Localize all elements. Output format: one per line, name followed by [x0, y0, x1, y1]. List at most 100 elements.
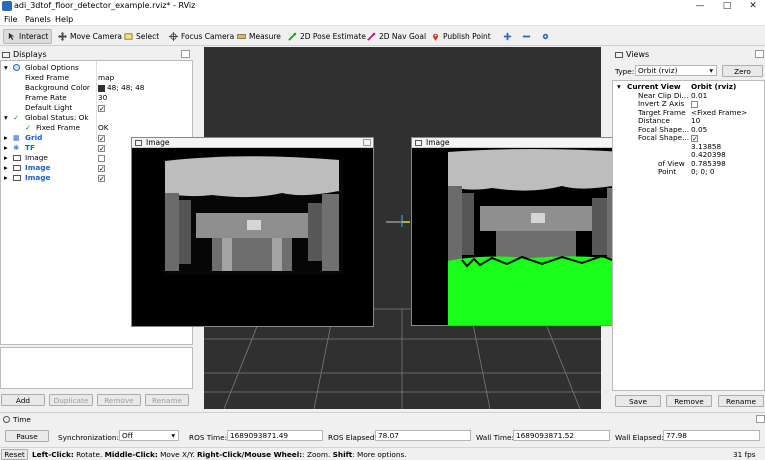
wall-time-field[interactable]: 1689093871.52	[513, 430, 610, 441]
views-undock-button[interactable]	[755, 50, 764, 58]
frame-rate-row[interactable]: Frame Rate 30	[1, 93, 192, 103]
add-tool-button[interactable]	[500, 29, 515, 44]
image-window-header[interactable]: Image	[132, 138, 373, 148]
hint-text: Shift	[332, 450, 353, 459]
remove-display-button[interactable]: Remove	[97, 394, 141, 406]
focus-camera-icon	[169, 32, 178, 41]
menu-panels[interactable]: Panels	[25, 15, 51, 24]
default-light-checkbox[interactable]: ✓	[98, 104, 105, 112]
hint-text: Rotate.	[73, 450, 105, 459]
measure-icon	[237, 34, 246, 39]
background-color-key: Background Color	[25, 83, 90, 92]
wall-elapsed-label: Wall Elapsed:	[615, 433, 664, 442]
tool-2d-nav-goal-label: 2D Nav Goal	[379, 32, 427, 41]
tool-2d-pose-estimate[interactable]: 2D Pose Estimate	[285, 29, 369, 44]
close-icon[interactable]: ✕	[740, 0, 765, 13]
undock-icon[interactable]	[363, 139, 371, 146]
focal-shape-checkbox[interactable]: ✓	[691, 134, 698, 142]
tool-select[interactable]: Select	[121, 29, 162, 44]
image-window-title: Image	[146, 138, 170, 147]
global-status-label: Global Status: Ok	[25, 113, 89, 122]
display-description-box	[0, 347, 193, 389]
image-icon	[415, 140, 422, 146]
tool-2d-pose-estimate-label: 2D Pose Estimate	[300, 32, 366, 41]
frame-rate-value[interactable]: 30	[98, 93, 107, 103]
display-enabled-checkbox[interactable]	[98, 154, 105, 162]
time-undock-button[interactable]	[756, 415, 765, 423]
remove-tool-button[interactable]	[519, 29, 534, 44]
menu-help[interactable]: Help	[55, 15, 73, 24]
chevron-down-icon: ▾	[4, 63, 8, 72]
ros-elapsed-label: ROS Elapsed:	[328, 433, 377, 442]
sync-select[interactable]: Off ▾	[119, 430, 179, 441]
tool-2d-nav-goal[interactable]: 2D Nav Goal	[364, 29, 429, 44]
tool-properties-button[interactable]	[538, 29, 553, 44]
global-status-row[interactable]: ▾ ✓ Global Status: Ok	[1, 113, 192, 123]
ros-time-field[interactable]: 1689093871.49	[227, 430, 323, 441]
tool-publish-point[interactable]: Publish Point	[428, 29, 494, 44]
duplicate-display-button[interactable]: Duplicate	[49, 394, 93, 406]
global-options-row[interactable]: ▾ Global Options	[1, 63, 192, 73]
tool-measure[interactable]: Measure	[234, 29, 284, 44]
plus-icon	[503, 32, 512, 41]
fixed-frame-value[interactable]: map	[98, 73, 114, 83]
background-color-row[interactable]: Background Color 48; 48; 48	[1, 83, 192, 93]
tool-measure-label: Measure	[249, 32, 281, 41]
monitor-icon	[2, 51, 10, 58]
tool-focus-camera[interactable]: Focus Camera	[166, 29, 237, 44]
title-bar: adi_3dtof_floor_detector_example.rviz* -…	[0, 0, 765, 13]
invert-z-checkbox[interactable]	[691, 100, 698, 108]
camera-icon	[615, 51, 623, 58]
reset-button[interactable]: Reset	[1, 449, 28, 460]
fixed-frame-key: Fixed Frame	[25, 73, 69, 82]
move-camera-icon	[58, 32, 67, 41]
toolbar: Interact Move Camera Select Focus Camera…	[0, 27, 765, 46]
display-item-label: TF	[25, 143, 35, 152]
views-header: Views	[615, 49, 649, 60]
display-enabled-checkbox[interactable]: ✓	[98, 134, 105, 142]
display-enabled-checkbox[interactable]: ✓	[98, 164, 105, 172]
chevron-down-icon: ▾	[4, 113, 8, 122]
status-fixed-frame-key: Fixed Frame	[36, 123, 80, 132]
fixed-frame-row[interactable]: Fixed Frame map	[1, 73, 192, 83]
displays-undock-button[interactable]	[181, 50, 190, 58]
remove-view-button[interactable]: Remove	[666, 395, 712, 407]
pause-button[interactable]: Pause	[5, 430, 49, 442]
display-item-label: Image	[25, 163, 51, 172]
status-fixed-frame-row[interactable]: ✓ Fixed Frame OK	[1, 123, 192, 133]
display-enabled-checkbox[interactable]: ✓	[98, 144, 105, 152]
view-type-select[interactable]: Orbit (rviz) ▾	[635, 65, 717, 76]
image-window-depth[interactable]: Image	[131, 137, 374, 327]
tool-publish-point-label: Publish Point	[443, 32, 491, 41]
tool-move-camera-label: Move Camera	[70, 32, 122, 41]
default-light-row[interactable]: Default Light ✓	[1, 103, 192, 113]
maximize-icon[interactable]: □	[714, 0, 740, 13]
view-prop-row[interactable]: Point 0; 0; 0	[613, 167, 764, 177]
displays-title: Displays	[13, 50, 47, 59]
clock-icon	[3, 416, 10, 423]
minimize-icon[interactable]: —	[687, 0, 713, 13]
rename-display-button[interactable]: Rename	[145, 394, 189, 406]
menu-file[interactable]: File	[4, 15, 17, 24]
tool-select-label: Select	[136, 32, 160, 41]
wall-elapsed-field[interactable]: 77.98	[663, 430, 760, 441]
frame-rate-key: Frame Rate	[25, 93, 67, 102]
sync-label: Synchronization:	[58, 433, 119, 442]
ros-elapsed-field[interactable]: 78.07	[375, 430, 471, 441]
zero-button[interactable]: Zero	[722, 65, 763, 77]
chevron-right-icon: ▸	[4, 143, 8, 152]
add-display-button[interactable]: Add	[1, 394, 45, 406]
window-title: adi_3dtof_floor_detector_example.rviz* -…	[14, 1, 196, 10]
status-hint: Left-Click: Rotate. Middle-Click: Move X…	[32, 450, 407, 459]
hint-text: : Zoom.	[302, 450, 333, 459]
view-prop-value[interactable]: 0; 0; 0	[691, 167, 714, 177]
tool-interact[interactable]: Interact	[3, 29, 53, 44]
save-view-button[interactable]: Save	[615, 395, 661, 407]
tool-move-camera[interactable]: Move Camera	[55, 29, 125, 44]
tf-icon: ❋	[13, 143, 20, 152]
background-color-value[interactable]: 48; 48; 48	[98, 83, 144, 93]
display-enabled-checkbox[interactable]: ✓	[98, 174, 105, 182]
chevron-right-icon: ▸	[4, 133, 8, 142]
depth-image	[132, 148, 373, 326]
rename-view-button[interactable]: Rename	[718, 395, 764, 407]
